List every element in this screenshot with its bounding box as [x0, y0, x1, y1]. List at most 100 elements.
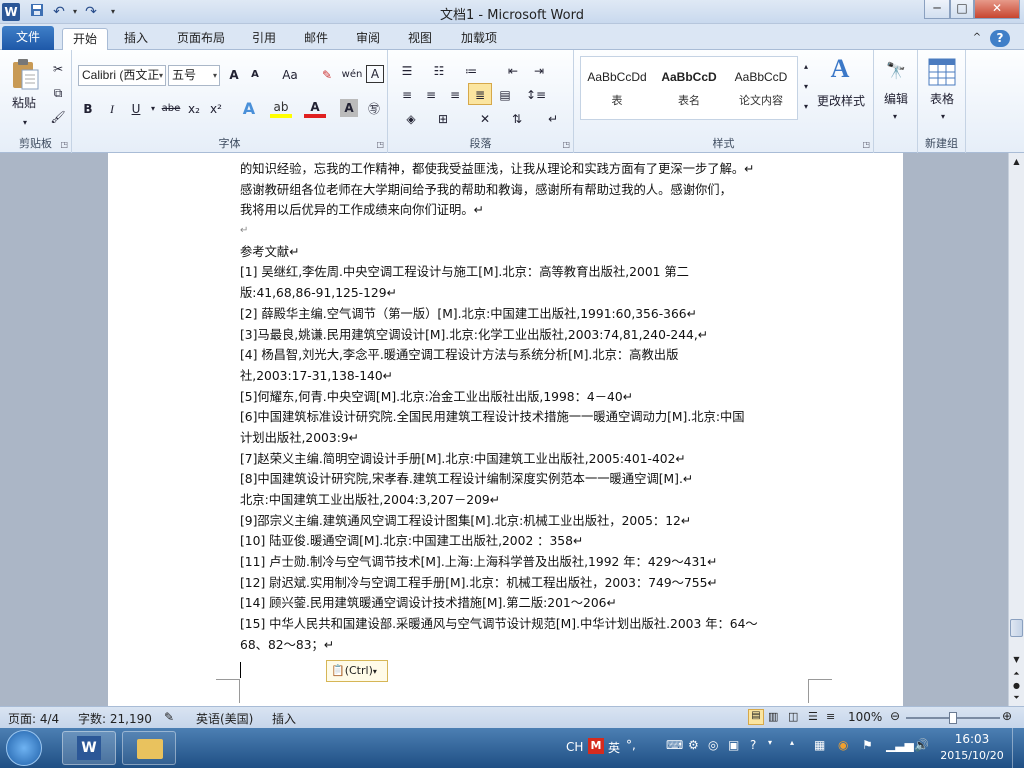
underline-button[interactable]: U [126, 98, 146, 120]
tab-review[interactable]: 审阅 [348, 28, 388, 50]
clipboard-launcher-icon[interactable]: ◳ [60, 140, 68, 149]
font-size-select[interactable]: 五号 ▾ [168, 65, 220, 86]
italic-button[interactable]: I [102, 98, 122, 120]
zoom-in-icon[interactable]: ⊕ [1002, 709, 1012, 723]
ime-tool-icon[interactable]: ⚙ [688, 738, 699, 752]
taskbar-word[interactable]: W [62, 731, 116, 765]
web-layout-icon[interactable]: ◫ [788, 710, 798, 723]
paste-button[interactable]: 粘贴 [4, 92, 44, 114]
justify-icon[interactable]: ≣ [468, 83, 492, 105]
tab-home[interactable]: 开始 [62, 28, 108, 50]
ime-punct-icon[interactable]: °, [626, 738, 636, 752]
bullets-icon[interactable]: ☰ [396, 60, 418, 82]
network-icon[interactable]: ▁▃▅ [886, 738, 914, 752]
font-name-select[interactable]: Calibri (西文正 ▾ [78, 65, 166, 86]
taskbar-explorer[interactable] [122, 731, 176, 765]
full-screen-icon[interactable]: ▥ [768, 710, 778, 723]
browse-object-icon[interactable]: ● [1010, 681, 1023, 693]
close-button[interactable]: ✕ [974, 0, 1020, 19]
align-center-icon[interactable]: ≡ [420, 84, 442, 106]
bold-button[interactable]: B [78, 98, 98, 120]
line-spacing-icon[interactable]: ↕≡ [522, 84, 550, 106]
format-painter-icon[interactable]: 🖌 [48, 106, 68, 128]
show-marks-icon[interactable]: ↵ [542, 108, 564, 130]
highlight-icon[interactable]: ab [270, 98, 292, 118]
volume-icon[interactable]: 🔊 [914, 738, 929, 752]
zoom-slider-thumb[interactable] [949, 712, 957, 724]
superscript-button[interactable]: x² [206, 98, 226, 120]
paste-dropdown-icon[interactable]: ▾ [18, 112, 32, 134]
multilevel-list-icon[interactable]: ≔ [460, 60, 482, 82]
show-hidden-icons[interactable]: ▴ [790, 738, 794, 747]
tab-page-layout[interactable]: 页面布局 [170, 28, 232, 50]
cut-icon[interactable]: ✂ [48, 58, 68, 80]
print-layout-icon[interactable]: ▤ [748, 709, 764, 725]
styles-scroll-down-icon[interactable]: ▾ [800, 76, 812, 98]
phonetic-guide-button[interactable]: wén [340, 64, 364, 86]
paragraph-launcher-icon[interactable]: ◳ [562, 140, 570, 149]
tray-app-icon[interactable]: ▦ [814, 738, 825, 752]
change-styles-icon[interactable]: A [820, 56, 860, 88]
tab-addins[interactable]: 加载项 [452, 28, 506, 50]
zoom-out-icon[interactable]: ⊖ [890, 709, 900, 723]
style-item-biao[interactable]: AaBbCcDd 表 [582, 62, 652, 116]
language-status[interactable]: 英语(美国) [196, 710, 253, 727]
scroll-thumb[interactable] [1010, 619, 1023, 637]
sort-icon[interactable]: ⇅ [506, 108, 528, 130]
ime-menu-icon[interactable]: ▣ [728, 738, 739, 752]
align-right-icon[interactable]: ≡ [444, 84, 466, 106]
maximize-button[interactable]: □ [950, 0, 974, 19]
style-item-lunwen[interactable]: AaBbCcD 论文内容 [726, 62, 796, 116]
prev-page-icon[interactable]: ⏶ [1010, 669, 1023, 681]
shading-icon[interactable]: ◈ [398, 108, 424, 130]
tray-security-icon[interactable]: ◉ [838, 738, 848, 752]
ime-m-icon[interactable]: M [588, 738, 604, 754]
font-launcher-icon[interactable]: ◳ [376, 140, 384, 149]
ime-arrow-icon[interactable]: ▾ [768, 738, 772, 747]
scroll-up-icon[interactable]: ▲ [1010, 155, 1023, 169]
styles-launcher-icon[interactable]: ◳ [862, 140, 870, 149]
chinese-layout-icon[interactable]: ✕ [472, 108, 498, 130]
change-styles-button[interactable]: 更改样式 [814, 90, 868, 112]
enclosed-char-icon[interactable]: ㊢ [364, 98, 384, 120]
distributed-icon[interactable]: ▤ [494, 84, 516, 106]
ime-skin-icon[interactable]: ◎ [708, 738, 718, 752]
tab-insert[interactable]: 插入 [116, 28, 156, 50]
help-icon[interactable]: ? [990, 30, 1010, 47]
underline-dropdown-icon[interactable]: ▾ [148, 98, 158, 120]
ime-mode[interactable]: 英 [608, 739, 620, 756]
text-effects-icon[interactable]: A [238, 98, 260, 120]
styles-more-icon[interactable]: ▾ [800, 96, 812, 118]
increase-indent-icon[interactable]: ⇥ [528, 60, 550, 82]
paste-options-button[interactable]: 📋(Ctrl)▾ [326, 660, 388, 682]
styles-scroll-up-icon[interactable]: ▴ [800, 56, 812, 78]
action-center-icon[interactable]: ⚑ [862, 738, 873, 752]
paste-icon[interactable] [10, 58, 40, 90]
char-shading-icon[interactable]: A [340, 99, 358, 117]
copy-icon[interactable]: ⧉ [48, 82, 68, 104]
table-icon[interactable] [928, 58, 956, 86]
minimize-button[interactable]: ─ [924, 0, 950, 19]
proofing-icon[interactable]: ✎ [164, 710, 174, 724]
clock-date[interactable]: 2015/10/20 [934, 749, 1010, 762]
ime-help-icon[interactable]: ? [750, 738, 756, 752]
keyboard-icon[interactable]: ⌨ [666, 738, 683, 752]
ime-indicator[interactable]: CH [566, 740, 583, 754]
show-desktop-button[interactable] [1012, 728, 1024, 768]
table-dropdown-icon[interactable]: ▾ [936, 106, 950, 128]
tab-references[interactable]: 引用 [244, 28, 284, 50]
tab-view[interactable]: 视图 [400, 28, 440, 50]
vertical-scrollbar[interactable]: ▲ ▼ ⏶ ● ⏷ [1008, 153, 1024, 706]
clock-time[interactable]: 16:03 [940, 732, 1004, 746]
start-button[interactable] [6, 730, 42, 766]
word-count[interactable]: 字数: 21,190 [78, 710, 152, 727]
draft-icon[interactable]: ≡ [826, 710, 835, 723]
change-case-button[interactable]: Aa [276, 64, 304, 86]
strikethrough-button[interactable]: abe [160, 98, 182, 120]
document-body[interactable]: 的知识经验，忘我的工作精神，都使我受益匪浅，让我从理论和实践方面有了更深一步了解… [240, 159, 810, 656]
shrink-font-button[interactable]: A [246, 64, 264, 86]
editing-dropdown-icon[interactable]: ▾ [888, 106, 902, 128]
next-page-icon[interactable]: ⏷ [1010, 693, 1023, 705]
minimize-ribbon-icon[interactable]: ^ [968, 28, 986, 50]
style-item-biaoming[interactable]: AaBbCcD 表名 [654, 62, 724, 116]
